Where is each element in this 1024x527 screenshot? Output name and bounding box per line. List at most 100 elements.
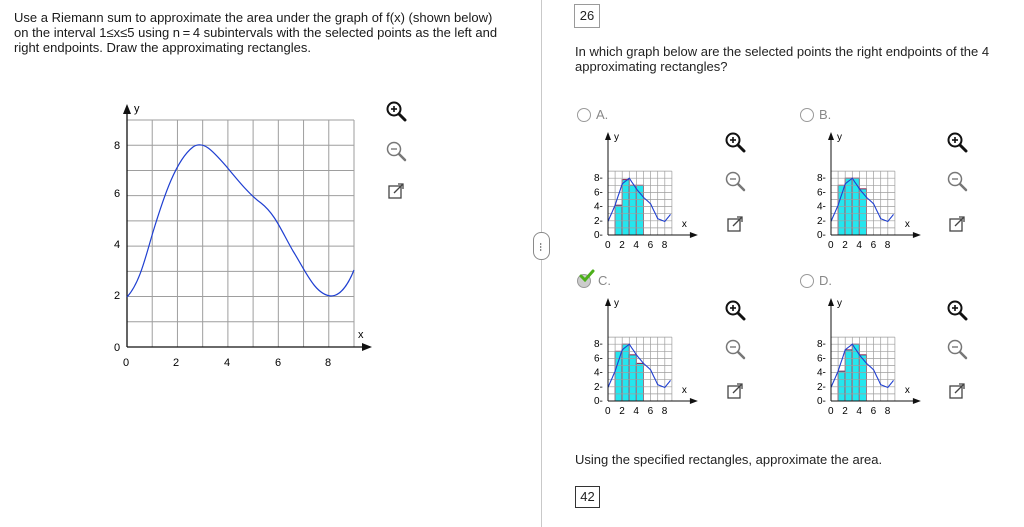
x-axis-label: x: [682, 219, 687, 230]
y-tick-label: 8-: [594, 173, 603, 184]
popout-icon[interactable]: [724, 213, 746, 235]
option-b-radio[interactable]: [800, 108, 814, 122]
x-tick-label: 4: [224, 357, 230, 369]
zoom-out-icon[interactable]: [946, 338, 968, 360]
x-axis-arrow: [689, 398, 698, 404]
zoom-in-icon[interactable]: [946, 299, 968, 321]
option-b-graph: y x 0- 2- 4- 6- 8- 0 2 4 6 8: [817, 132, 921, 251]
y-axis-arrow: [605, 298, 611, 306]
x-tick-label: 6: [275, 357, 281, 369]
option-a-radio[interactable]: [577, 108, 591, 122]
y-axis-arrow: [828, 132, 834, 140]
x-tick-label: 0: [828, 406, 834, 417]
question-number: 26: [574, 4, 600, 28]
x-tick-label: 2: [842, 406, 848, 417]
y-tick-label: 2-: [594, 216, 603, 227]
y-axis-arrow: [605, 132, 611, 140]
main-axes: [123, 104, 372, 351]
zoom-in-icon[interactable]: [946, 131, 968, 153]
x-tick-label: 0: [828, 240, 834, 251]
y-tick-label: 0: [114, 342, 120, 354]
x-tick-label: 2: [842, 240, 848, 251]
zoom-in-icon[interactable]: [724, 131, 746, 153]
popout-icon[interactable]: [946, 380, 968, 402]
y-axis-label: y: [614, 298, 619, 309]
y-axis-arrow: [123, 104, 131, 114]
x-tick-label: 8: [885, 406, 891, 417]
option-d-graph: y x 0- 2- 4- 6- 8- 0 2 4 6 8: [817, 298, 921, 417]
y-axis-label: y: [614, 132, 619, 143]
main-graph: y x 0 2 4 6 8 0 2 4 6 8: [114, 103, 372, 369]
option-a-graph: y x 0- 2- 4- 6- 8- 0 2 4 6 8: [594, 132, 698, 251]
popout-icon[interactable]: [724, 380, 746, 402]
approx-rectangle: [628, 184, 637, 236]
x-axis-label: x: [682, 385, 687, 396]
x-tick-label: 4: [856, 406, 862, 417]
option-d-radio[interactable]: [800, 274, 814, 288]
y-tick-label: 2: [114, 290, 120, 302]
area-question-text: Using the specified rectangles, approxim…: [575, 452, 883, 467]
zoom-in-icon[interactable]: [724, 299, 746, 321]
y-tick-label: 4-: [594, 202, 603, 213]
main-grid: [126, 119, 355, 348]
approx-rectangle: [614, 204, 623, 236]
x-axis-label: x: [358, 329, 364, 341]
panel-resize-handle[interactable]: ···: [533, 232, 550, 260]
y-axis-label: y: [134, 103, 140, 115]
x-tick-label: 6: [648, 406, 654, 417]
y-tick-label: 0-: [594, 396, 603, 407]
popout-icon[interactable]: [385, 180, 407, 202]
zoom-out-icon[interactable]: [385, 140, 407, 162]
panel-divider: [541, 0, 542, 527]
x-tick-label: 0: [605, 240, 611, 251]
y-axis-label: y: [837, 298, 842, 309]
approx-rectangle: [635, 362, 645, 402]
option-a-label[interactable]: A.: [596, 107, 608, 122]
approx-rectangle: [844, 349, 853, 402]
x-axis-arrow: [689, 232, 698, 238]
x-axis-arrow: [912, 398, 921, 404]
x-tick-label: 0: [605, 406, 611, 417]
x-tick-label: 6: [871, 240, 877, 251]
y-tick-label: 0-: [594, 230, 603, 241]
y-tick-label: 6-: [817, 353, 826, 364]
x-tick-label: 2: [619, 406, 625, 417]
x-tick-label: 4: [633, 406, 639, 417]
y-tick-label: 0-: [817, 396, 826, 407]
problem-prompt: Use a Riemann sum to approximate the are…: [14, 10, 498, 55]
y-tick-label: 8-: [594, 339, 603, 350]
y-tick-label: 8-: [817, 173, 826, 184]
y-tick-label: 4-: [817, 368, 826, 379]
option-c-graph: y x 0- 2- 4- 6- 8- 0 2 4 6 8: [594, 298, 698, 417]
x-tick-label: 2: [619, 240, 625, 251]
area-answer-field[interactable]: 42: [575, 486, 600, 508]
option-c-label[interactable]: C.: [598, 273, 611, 288]
y-axis-label: y: [837, 132, 842, 143]
zoom-out-icon[interactable]: [946, 170, 968, 192]
approx-rectangle: [837, 370, 846, 402]
option-b-label[interactable]: B.: [819, 107, 831, 122]
x-tick-label: 4: [633, 240, 639, 251]
y-axis-arrow: [828, 298, 834, 306]
y-tick-label: 4-: [594, 368, 603, 379]
zoom-in-icon[interactable]: [385, 100, 407, 122]
y-tick-label: 6: [114, 188, 120, 200]
y-tick-label: 2-: [594, 382, 603, 393]
x-tick-label: 6: [871, 406, 877, 417]
y-tick-label: 4-: [817, 202, 826, 213]
zoom-out-icon[interactable]: [724, 338, 746, 360]
y-tick-label: 6-: [594, 187, 603, 198]
y-tick-label: 8-: [817, 339, 826, 350]
question-text: In which graph below are the selected po…: [575, 44, 990, 74]
popout-icon[interactable]: [946, 213, 968, 235]
checkmark-icon: [579, 269, 595, 283]
y-tick-label: 6-: [594, 353, 603, 364]
option-c-radio-selected[interactable]: [577, 269, 595, 288]
zoom-out-icon[interactable]: [724, 170, 746, 192]
x-tick-label: 0: [123, 357, 129, 369]
option-d-label[interactable]: D.: [819, 273, 832, 288]
approx-rectangle: [614, 350, 623, 402]
x-tick-label: 8: [662, 240, 668, 251]
x-axis-arrow: [912, 232, 921, 238]
x-tick-label: 6: [648, 240, 654, 251]
